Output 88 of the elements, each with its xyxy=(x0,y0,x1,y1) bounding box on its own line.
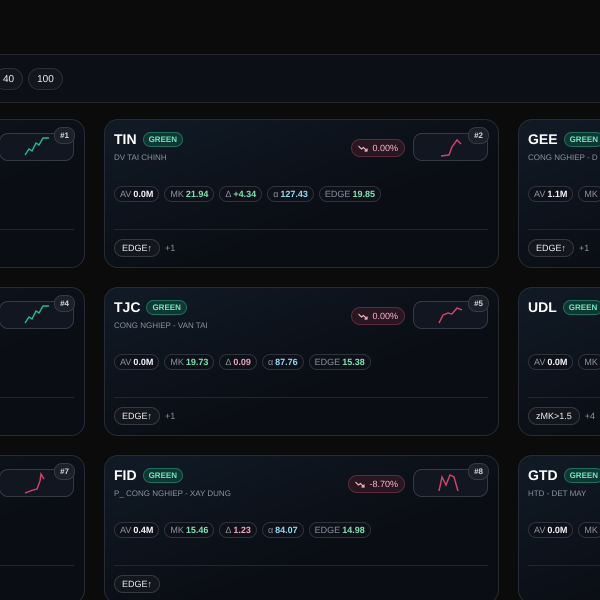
metric-label: α xyxy=(268,357,274,367)
metric-label: EDGE xyxy=(314,357,340,367)
change-pill: 0.00% xyxy=(351,139,405,157)
metric-label: MK xyxy=(170,525,184,535)
metric-label: α xyxy=(273,189,278,199)
status-tag: GREEN xyxy=(564,468,600,482)
metric-label: AV xyxy=(120,525,132,535)
sector-name: HTD - DET MAY xyxy=(528,489,588,498)
change-pill: 0.00% xyxy=(351,307,405,325)
metric-label: AV xyxy=(534,525,546,535)
status-tag: GREEN xyxy=(146,300,187,314)
stock-card[interactable]: TJC GREEN CONG NGHIEP - VAN TAI 0.00% AV 0.0M MK 19.73 Δ 0.09 α 87.76 EDGE 15.38 EDGE↑ +1 #5 xyxy=(104,287,499,436)
status-tag: GREEN xyxy=(142,468,184,482)
metric-value: 0.0M xyxy=(547,357,568,367)
filter-chip[interactable]: 40 xyxy=(0,68,24,90)
metric-value: 19.85 xyxy=(352,189,375,199)
ticker-symbol: TIN xyxy=(114,131,137,147)
change-pill: -8.70% xyxy=(348,475,405,493)
stock-card[interactable]: #7 xyxy=(0,455,85,600)
sector-name: P_ CONG NGHIEP - XAY DUNG xyxy=(114,489,231,498)
metric-label: Δ xyxy=(225,525,232,535)
stock-card[interactable]: UDL GREEN AV 0.0M MK zMK>1.5 +4 xyxy=(518,287,600,436)
metric-label: AV xyxy=(534,357,546,367)
sector-name: CONG NGHIEP - VAN TAI xyxy=(114,321,208,330)
ticker-symbol: UDL xyxy=(528,299,557,315)
signal-chip[interactable]: EDGE↑ xyxy=(528,238,574,256)
metric-label: α xyxy=(268,525,274,535)
metric-label: EDGE xyxy=(324,189,350,199)
metric-value: 0.09 xyxy=(233,357,251,367)
metric-value: 127.43 xyxy=(280,189,308,199)
more-count: +4 xyxy=(584,410,596,420)
metric-value: 0.0M xyxy=(133,357,154,367)
metric-value: 84.07 xyxy=(275,525,298,535)
metric-value: 0.0M xyxy=(547,525,568,535)
metric-value: 1.23 xyxy=(233,525,251,535)
sector-name: CONG NGHIEP - D xyxy=(528,153,599,162)
trend-down-icon xyxy=(358,144,368,152)
metric-label: MK xyxy=(584,357,598,367)
metric-label: AV xyxy=(120,357,132,367)
metric-value: 1.1M xyxy=(547,189,568,199)
metric-label: MK xyxy=(584,189,598,199)
rank-badge: #2 xyxy=(468,127,489,144)
metric-label: EDGE xyxy=(314,525,340,535)
metric-value: 87.76 xyxy=(275,357,298,367)
ticker-symbol: FID xyxy=(114,467,137,483)
metric-value: 0.0M xyxy=(133,189,154,199)
ticker-symbol: GTD xyxy=(528,467,558,483)
rank-badge: #4 xyxy=(54,295,75,312)
stock-card[interactable]: GTD GREEN HTD - DET MAY AV 0.0M MK xyxy=(518,455,600,600)
trend-down-icon xyxy=(355,480,366,488)
metric-value: 14.98 xyxy=(342,525,365,535)
metric-label: Δ xyxy=(225,357,232,367)
metric-label: AV xyxy=(534,189,546,199)
stock-card[interactable]: TIN GREEN DV TAI CHINH 0.00% AV 0.0M MK 21.94 Δ +4.34 α 127.43 EDGE 19.85 EDGE↑ +1 #2 xyxy=(104,119,499,268)
metric-label: MK xyxy=(170,189,184,199)
filter-chip[interactable]: 100 xyxy=(28,68,63,90)
stock-card[interactable]: GEE GREEN CONG NGHIEP - D AV 1.1M MK EDGE↑ +1 xyxy=(518,119,600,268)
stock-card[interactable]: FID GREEN P_ CONG NGHIEP - XAY DUNG -8.70% AV 0.4M MK 15.46 Δ 1.23 α 84.07 EDGE 14.98 EDGE↑ #8 xyxy=(104,455,499,600)
metric-label: MK xyxy=(170,357,184,367)
more-count: +1 xyxy=(579,242,590,252)
rank-badge: #5 xyxy=(468,295,489,312)
metric-value: 19.73 xyxy=(186,357,208,367)
rank-badge: #8 xyxy=(468,463,489,480)
metric-value: +4.34 xyxy=(233,189,256,199)
rank-badge: #7 xyxy=(54,463,75,480)
signal-chip[interactable]: EDGE↑ xyxy=(114,574,160,592)
more-count: +1 xyxy=(165,410,176,420)
status-tag: GREEN xyxy=(562,300,600,314)
ticker-symbol: GEE xyxy=(528,131,558,147)
metric-value: 0.4M xyxy=(133,525,154,535)
metric-label: Δ xyxy=(225,189,232,199)
stock-card[interactable]: #1 xyxy=(0,119,85,268)
trend-down-icon xyxy=(358,312,368,320)
metric-value: 15.38 xyxy=(342,357,365,367)
signal-chip[interactable]: zMK>1.5 xyxy=(528,406,580,424)
ticker-symbol: TJC xyxy=(114,299,140,315)
status-tag: GREEN xyxy=(564,132,600,146)
more-count: +1 xyxy=(165,242,176,252)
signal-chip[interactable]: EDGE↑ xyxy=(114,406,160,424)
metric-label: AV xyxy=(120,189,132,199)
metric-value: 15.46 xyxy=(186,525,208,535)
signal-chip[interactable]: EDGE↑ xyxy=(114,238,160,256)
status-tag: GREEN xyxy=(142,132,184,146)
metric-label: MK xyxy=(584,525,598,535)
rank-badge: #1 xyxy=(54,127,75,144)
metric-value: 21.94 xyxy=(186,189,208,199)
stock-card[interactable]: #4 xyxy=(0,287,85,436)
sector-name: DV TAI CHINH xyxy=(114,153,168,162)
